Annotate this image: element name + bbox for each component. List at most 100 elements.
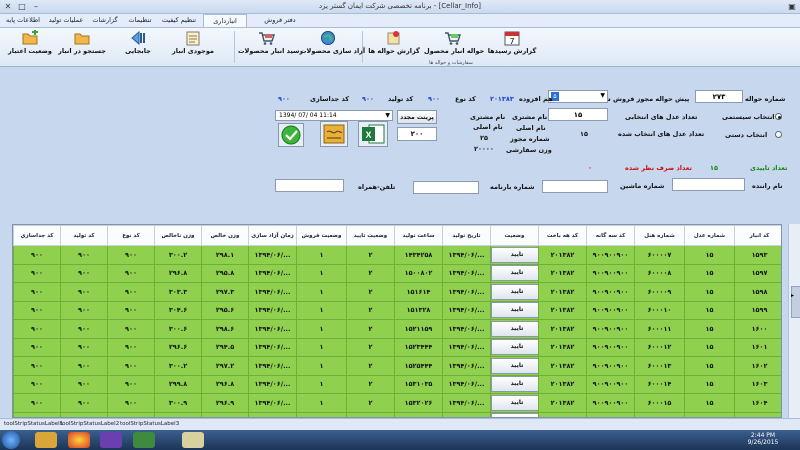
approve-button[interactable]: تایید bbox=[491, 339, 543, 356]
dispatch-report-button[interactable]: گزارش حواله ها bbox=[366, 30, 422, 60]
confirm-button[interactable] bbox=[278, 123, 304, 147]
table-row[interactable]: ۹۰۰ ۹۰۰ ۹۰۰ ۲۹۶.۶ ۲۹۴.۵ ۱۳۹۴/۰۶/... ۱ ۲ ۱۵۲۳۴۴۴ ۱… bbox=[13, 337, 781, 357]
approve-button[interactable]: تایید bbox=[491, 376, 543, 393]
customer-name-label: نام مشتری bbox=[512, 113, 548, 121]
manual-select-radio[interactable] bbox=[775, 131, 782, 138]
tab-warehouse[interactable]: انبارداری bbox=[203, 14, 247, 27]
order-form-panel: شماره حواله ۲۷۳ پیش حواله مجوز فروش شمار… bbox=[0, 68, 800, 223]
table-cell: ۲ bbox=[346, 263, 395, 283]
check-icon bbox=[281, 125, 301, 145]
column-header[interactable]: کد انبار bbox=[734, 225, 781, 246]
approve-button[interactable]: تایید bbox=[491, 320, 543, 337]
inventory-button[interactable]: موجودی انبار bbox=[165, 30, 221, 60]
table-cell: ۱۳۹۴/۰۶/... bbox=[248, 263, 297, 283]
approve-button[interactable]: تایید bbox=[491, 246, 543, 263]
transfer-button[interactable]: جابجایی bbox=[113, 30, 163, 60]
phone-input[interactable] bbox=[275, 179, 344, 192]
tab-sales[interactable]: دفتر فروش bbox=[260, 14, 300, 27]
dispatch-number-input[interactable]: ۲۷۳ bbox=[695, 90, 743, 103]
clock[interactable]: 2:44 PM 9/26/2015 bbox=[738, 432, 788, 446]
column-header[interactable]: تاریخ تولید bbox=[442, 225, 491, 246]
table-cell: ۱ bbox=[296, 374, 347, 394]
approve-button[interactable]: تایید bbox=[491, 265, 543, 282]
approve-button[interactable]: تایید bbox=[491, 302, 543, 319]
window-icon[interactable] bbox=[182, 432, 204, 448]
approve-button[interactable]: تایید bbox=[491, 394, 543, 411]
table-row[interactable]: ۹۰۰ ۹۰۰ ۹۰۰ ۲۹۶.۸ ۲۹۵.۸ ۱۳۹۴/۰۶/... ۱ ۲ ۱۵۰۰۸۰۲ ۱… bbox=[13, 263, 781, 283]
date-time-picker[interactable]: 1394/ 07/ 04 11:14 ▼ bbox=[275, 110, 393, 121]
column-header[interactable]: شماره هنل bbox=[634, 225, 685, 246]
column-header[interactable]: ساعت تولید bbox=[394, 225, 443, 246]
column-header[interactable]: زمان آزاد سازی bbox=[248, 225, 297, 246]
excel-export-button[interactable]: X bbox=[358, 121, 388, 147]
system-select-radio[interactable] bbox=[775, 113, 782, 120]
table-row[interactable]: ۹۰۰ ۹۰۰ ۹۰۰ ۳۰۰.۶ ۲۹۸.۶ ۱۳۹۴/۰۶/... ۱ ۲ ۱۵۲۱۱۵۹ ۱… bbox=[13, 319, 781, 339]
minimize-icon[interactable]: – bbox=[30, 2, 42, 12]
table-row[interactable]: ۹۰۰ ۹۰۰ ۹۰۰ ۳۰۴.۶ ۲۹۵.۶ ۱۳۹۴/۰۶/... ۱ ۲ ۱۵۱۳۲۸ ۱۳… bbox=[13, 300, 781, 320]
status-label-2: toolStripStatusLabel2 bbox=[60, 421, 120, 427]
app-icon[interactable] bbox=[133, 432, 155, 448]
selected-bales-count-input[interactable]: ۱۵ bbox=[548, 108, 608, 121]
table-row[interactable]: ۹۰۰ ۹۰۰ ۹۰۰ ۳۰۰.۲ ۲۹۸.۱ ۱۳۹۴/۰۶/... ۱ ۲ ۱۴۳۴۲۵۸ ۱… bbox=[13, 245, 781, 265]
table-cell: ۲۹۸.۱ bbox=[201, 245, 249, 265]
column-header[interactable]: وضعیت تایید bbox=[346, 225, 395, 246]
table-row[interactable]: ۹۰۰ ۹۰۰ ۹۰۰ ۳۰۳.۳ ۲۹۷.۳ ۱۳۹۴/۰۶/... ۱ ۲ ۱۵۱۶۱۴ ۱۳… bbox=[13, 282, 781, 302]
column-header[interactable]: کد سه گانه bbox=[586, 225, 635, 246]
tab-base-info[interactable]: اطلاعات پایه bbox=[2, 14, 44, 27]
column-header[interactable]: کد نوع bbox=[107, 225, 155, 246]
table-row[interactable]: ۹۰۰ ۹۰۰ ۹۰۰ ۲۹۹.۸ ۲۹۶.۸ ۱۳۹۴/۰۶/... ۱ ۲ ۱۵۳۱۰۳۵ ۱… bbox=[13, 374, 781, 394]
table-cell: ۶۰۰۰۰۸ bbox=[634, 263, 685, 283]
tab-quality[interactable]: تنظیم کیفیت bbox=[158, 14, 200, 27]
credit-status-button[interactable]: وضعیت اعتبار bbox=[2, 30, 58, 60]
table-cell: ۹۰۰ bbox=[107, 337, 155, 357]
waybill-number-input[interactable] bbox=[413, 181, 479, 194]
close-icon[interactable]: ✕ bbox=[2, 2, 14, 12]
approve-button[interactable]: تایید bbox=[491, 283, 543, 300]
explorer-icon[interactable] bbox=[35, 432, 57, 448]
scrollbar-thumb[interactable] bbox=[791, 286, 800, 318]
tab-settings[interactable]: تنظیمات bbox=[123, 14, 157, 27]
signature-button[interactable] bbox=[320, 121, 348, 147]
receipts-report-button[interactable]: 7 گزارش رسیدها bbox=[484, 30, 540, 60]
table-cell: ۳۰۳.۳ bbox=[154, 282, 202, 302]
column-header[interactable]: کد جداسازی bbox=[13, 225, 61, 246]
product-receipt-button[interactable]: رسید انبار محصولات bbox=[238, 30, 303, 60]
table-cell: ۹۰۰ bbox=[60, 300, 108, 320]
column-header[interactable]: وزن خالص bbox=[201, 225, 249, 246]
table-cell: ۱۳۹۴/۰۶/... bbox=[248, 245, 297, 265]
status-label-1: toolStripStatusLabel1 bbox=[4, 421, 64, 427]
car-number-input[interactable] bbox=[542, 180, 608, 193]
table-cell: ۱ bbox=[296, 337, 347, 357]
svg-text:7: 7 bbox=[509, 37, 514, 46]
maximize-icon[interactable]: □ bbox=[16, 2, 28, 12]
approve-button[interactable]: تایید bbox=[491, 357, 543, 374]
table-row[interactable]: ۹۰۰ ۹۰۰ ۹۰۰ ۳۰۰.۹ ۲۹۶.۹ ۱۳۹۴/۰۶/... ۱ ۲ ۱۵۳۲۰۲۶ ۱… bbox=[13, 393, 781, 413]
tab-production[interactable]: عملیات تولید bbox=[45, 14, 87, 27]
column-header[interactable]: وزن ناخالص bbox=[154, 225, 202, 246]
product-dispatch-button[interactable]: حواله انبار محصول bbox=[424, 30, 484, 60]
grid-scrollbar[interactable]: ▸ bbox=[788, 224, 800, 418]
chosen-bales-count-label: تعداد عدل های انتخاب شده bbox=[618, 130, 705, 138]
reprint-count-input[interactable]: ۲۰۰ bbox=[397, 127, 437, 141]
column-header[interactable]: وضعیت bbox=[490, 225, 539, 246]
status-bar: toolStripStatusLabel1 toolStripStatusLab… bbox=[0, 418, 800, 430]
warehouse-search-button[interactable]: جستجو در انبار bbox=[54, 30, 110, 60]
reprint-button[interactable]: پرینت مجدد bbox=[397, 110, 437, 124]
table-cell: ۹۰۰۹۰۰۹۰۰ bbox=[586, 356, 635, 376]
column-header[interactable]: کد تولید bbox=[60, 225, 108, 246]
table-row[interactable]: ۹۰۰ ۹۰۰ ۹۰۰ ۳۰۰.۲ ۲۹۷.۲ ۱۳۹۴/۰۶/... ۱ ۲ ۱۵۲۵۴۴۴ ۱… bbox=[13, 356, 781, 376]
column-header[interactable]: کد هه باخت bbox=[538, 225, 587, 246]
column-header[interactable]: وضعیت فروش bbox=[296, 225, 347, 246]
table-cell: ۲ bbox=[346, 282, 395, 302]
release-products-button[interactable]: آزاد سازی محصولات bbox=[300, 30, 365, 60]
chrome-icon[interactable] bbox=[68, 432, 90, 448]
driver-name-input[interactable] bbox=[672, 178, 745, 191]
column-header[interactable]: شماره عدل bbox=[684, 225, 735, 246]
phone-label: تلفن-همراه bbox=[358, 183, 396, 191]
pre-dispatch-select[interactable]: ۵ ▼ bbox=[548, 90, 608, 103]
table-cell: ۶۰۰۰۰۹ bbox=[634, 282, 685, 302]
visual-studio-icon[interactable] bbox=[100, 432, 122, 448]
start-button[interactable] bbox=[2, 431, 20, 449]
table-cell: ۲۹۷.۳ bbox=[201, 282, 249, 302]
tab-reports[interactable]: گزارشات bbox=[88, 14, 122, 27]
